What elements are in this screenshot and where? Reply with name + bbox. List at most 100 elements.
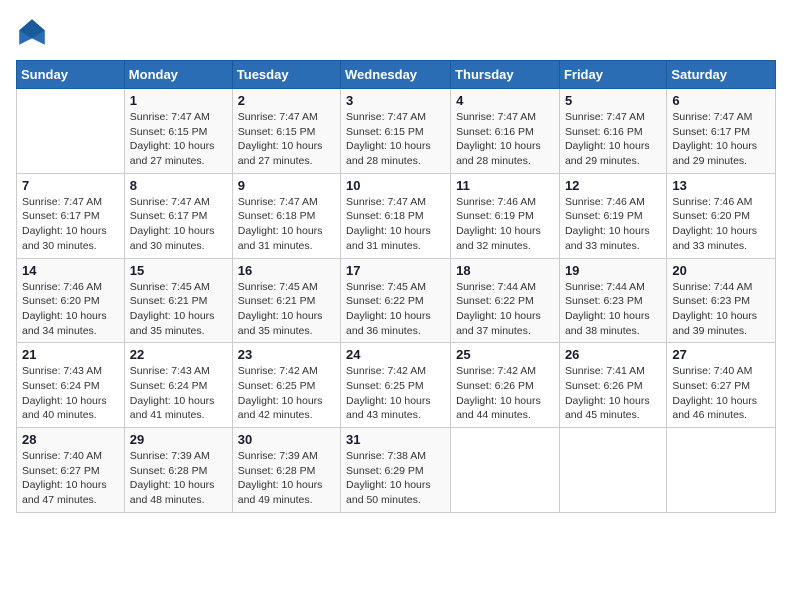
day-number: 24 — [346, 347, 445, 362]
calendar-cell: 4 Sunrise: 7:47 AMSunset: 6:16 PMDaylight… — [451, 89, 560, 174]
day-number: 22 — [130, 347, 227, 362]
day-info: Sunrise: 7:39 AMSunset: 6:28 PMDaylight:… — [238, 449, 335, 508]
calendar-cell: 2 Sunrise: 7:47 AMSunset: 6:15 PMDaylight… — [232, 89, 340, 174]
calendar-cell: 18 Sunrise: 7:44 AMSunset: 6:22 PMDayligh… — [451, 258, 560, 343]
day-info: Sunrise: 7:40 AMSunset: 6:27 PMDaylight:… — [672, 364, 770, 423]
day-info: Sunrise: 7:46 AMSunset: 6:20 PMDaylight:… — [22, 280, 119, 339]
week-row-1: 1 Sunrise: 7:47 AMSunset: 6:15 PMDaylight… — [17, 89, 776, 174]
calendar-cell: 5 Sunrise: 7:47 AMSunset: 6:16 PMDaylight… — [559, 89, 666, 174]
calendar-cell: 3Sunrise: 7:47 AMSunset: 6:15 PMDaylight… — [341, 89, 451, 174]
logo-icon — [16, 16, 48, 48]
calendar-cell — [17, 89, 125, 174]
day-info: Sunrise: 7:47 AMSunset: 6:16 PMDaylight:… — [456, 110, 554, 169]
calendar-cell: 17Sunrise: 7:45 AMSunset: 6:22 PMDayligh… — [341, 258, 451, 343]
calendar-cell: 16 Sunrise: 7:45 AMSunset: 6:21 PMDayligh… — [232, 258, 340, 343]
day-number: 12 — [565, 178, 661, 193]
calendar-cell: 31 Sunrise: 7:38 AMSunset: 6:29 PMDayligh… — [341, 428, 451, 513]
calendar-cell — [667, 428, 776, 513]
day-number: 9 — [238, 178, 335, 193]
day-number: 25 — [456, 347, 554, 362]
day-info: Sunrise: 7:46 AMSunset: 6:19 PMDaylight:… — [456, 195, 554, 254]
day-number: 8 — [130, 178, 227, 193]
day-info: Sunrise: 7:45 AMSunset: 6:21 PMDaylight:… — [130, 280, 227, 339]
day-info: Sunrise: 7:38 AMSunset: 6:29 PMDaylight:… — [346, 449, 445, 508]
day-header-sunday: Sunday — [17, 61, 125, 89]
calendar-cell: 1 Sunrise: 7:47 AMSunset: 6:15 PMDaylight… — [124, 89, 232, 174]
day-info: Sunrise: 7:44 AMSunset: 6:22 PMDaylight:… — [456, 280, 554, 339]
day-header-tuesday: Tuesday — [232, 61, 340, 89]
day-number: 13 — [672, 178, 770, 193]
calendar-cell: 8 Sunrise: 7:47 AMSunset: 6:17 PMDaylight… — [124, 173, 232, 258]
calendar-cell: 20 Sunrise: 7:44 AMSunset: 6:23 PMDayligh… — [667, 258, 776, 343]
day-number: 18 — [456, 263, 554, 278]
calendar-cell: 11Sunrise: 7:46 AMSunset: 6:19 PMDayligh… — [451, 173, 560, 258]
day-number: 6 — [672, 93, 770, 108]
day-info: Sunrise: 7:46 AMSunset: 6:19 PMDaylight:… — [565, 195, 661, 254]
day-number: 19 — [565, 263, 661, 278]
day-info: Sunrise: 7:47 AMSunset: 6:17 PMDaylight:… — [672, 110, 770, 169]
day-info: Sunrise: 7:44 AMSunset: 6:23 PMDaylight:… — [672, 280, 770, 339]
day-header-wednesday: Wednesday — [341, 61, 451, 89]
calendar-cell: 25 Sunrise: 7:42 AMSunset: 6:26 PMDayligh… — [451, 343, 560, 428]
day-number: 10 — [346, 178, 445, 193]
day-info: Sunrise: 7:47 AMSunset: 6:15 PMDaylight:… — [346, 110, 445, 169]
day-number: 23 — [238, 347, 335, 362]
logo — [16, 16, 52, 48]
calendar-cell: 22 Sunrise: 7:43 AMSunset: 6:24 PMDayligh… — [124, 343, 232, 428]
day-info: Sunrise: 7:47 AMSunset: 6:17 PMDaylight:… — [130, 195, 227, 254]
page-header — [16, 16, 776, 48]
day-number: 2 — [238, 93, 335, 108]
calendar-cell: 19 Sunrise: 7:44 AMSunset: 6:23 PMDayligh… — [559, 258, 666, 343]
day-number: 4 — [456, 93, 554, 108]
day-info: Sunrise: 7:45 AMSunset: 6:21 PMDaylight:… — [238, 280, 335, 339]
calendar-cell: 28 Sunrise: 7:40 AMSunset: 6:27 PMDayligh… — [17, 428, 125, 513]
day-number: 7 — [22, 178, 119, 193]
day-info: Sunrise: 7:43 AMSunset: 6:24 PMDaylight:… — [130, 364, 227, 423]
day-number: 20 — [672, 263, 770, 278]
day-info: Sunrise: 7:39 AMSunset: 6:28 PMDaylight:… — [130, 449, 227, 508]
calendar-cell: 21Sunrise: 7:43 AMSunset: 6:24 PMDayligh… — [17, 343, 125, 428]
day-header-thursday: Thursday — [451, 61, 560, 89]
day-info: Sunrise: 7:42 AMSunset: 6:25 PMDaylight:… — [346, 364, 445, 423]
calendar-cell — [559, 428, 666, 513]
day-info: Sunrise: 7:42 AMSunset: 6:25 PMDaylight:… — [238, 364, 335, 423]
day-number: 28 — [22, 432, 119, 447]
day-info: Sunrise: 7:47 AMSunset: 6:18 PMDaylight:… — [346, 195, 445, 254]
day-number: 1 — [130, 93, 227, 108]
day-info: Sunrise: 7:41 AMSunset: 6:26 PMDaylight:… — [565, 364, 661, 423]
day-info: Sunrise: 7:47 AMSunset: 6:17 PMDaylight:… — [22, 195, 119, 254]
calendar-cell: 14Sunrise: 7:46 AMSunset: 6:20 PMDayligh… — [17, 258, 125, 343]
calendar-cell: 30 Sunrise: 7:39 AMSunset: 6:28 PMDayligh… — [232, 428, 340, 513]
day-number: 21 — [22, 347, 119, 362]
day-number: 5 — [565, 93, 661, 108]
day-info: Sunrise: 7:44 AMSunset: 6:23 PMDaylight:… — [565, 280, 661, 339]
calendar-cell: 6 Sunrise: 7:47 AMSunset: 6:17 PMDaylight… — [667, 89, 776, 174]
day-info: Sunrise: 7:47 AMSunset: 6:16 PMDaylight:… — [565, 110, 661, 169]
calendar-cell — [451, 428, 560, 513]
day-header-saturday: Saturday — [667, 61, 776, 89]
day-info: Sunrise: 7:46 AMSunset: 6:20 PMDaylight:… — [672, 195, 770, 254]
day-number: 16 — [238, 263, 335, 278]
day-number: 29 — [130, 432, 227, 447]
day-number: 17 — [346, 263, 445, 278]
day-header-friday: Friday — [559, 61, 666, 89]
day-info: Sunrise: 7:40 AMSunset: 6:27 PMDaylight:… — [22, 449, 119, 508]
calendar-cell: 7 Sunrise: 7:47 AMSunset: 6:17 PMDaylight… — [17, 173, 125, 258]
week-row-2: 7 Sunrise: 7:47 AMSunset: 6:17 PMDaylight… — [17, 173, 776, 258]
day-info: Sunrise: 7:47 AMSunset: 6:15 PMDaylight:… — [238, 110, 335, 169]
day-number: 30 — [238, 432, 335, 447]
calendar-cell: 13 Sunrise: 7:46 AMSunset: 6:20 PMDayligh… — [667, 173, 776, 258]
calendar-header-row: SundayMondayTuesdayWednesdayThursdayFrid… — [17, 61, 776, 89]
day-info: Sunrise: 7:47 AMSunset: 6:15 PMDaylight:… — [130, 110, 227, 169]
calendar-cell: 23 Sunrise: 7:42 AMSunset: 6:25 PMDayligh… — [232, 343, 340, 428]
day-info: Sunrise: 7:42 AMSunset: 6:26 PMDaylight:… — [456, 364, 554, 423]
day-number: 26 — [565, 347, 661, 362]
week-row-5: 28 Sunrise: 7:40 AMSunset: 6:27 PMDayligh… — [17, 428, 776, 513]
calendar-cell: 29 Sunrise: 7:39 AMSunset: 6:28 PMDayligh… — [124, 428, 232, 513]
calendar-cell: 10 Sunrise: 7:47 AMSunset: 6:18 PMDayligh… — [341, 173, 451, 258]
calendar-cell: 27Sunrise: 7:40 AMSunset: 6:27 PMDayligh… — [667, 343, 776, 428]
day-number: 31 — [346, 432, 445, 447]
day-header-monday: Monday — [124, 61, 232, 89]
calendar-cell: 12 Sunrise: 7:46 AMSunset: 6:19 PMDayligh… — [559, 173, 666, 258]
week-row-3: 14Sunrise: 7:46 AMSunset: 6:20 PMDayligh… — [17, 258, 776, 343]
